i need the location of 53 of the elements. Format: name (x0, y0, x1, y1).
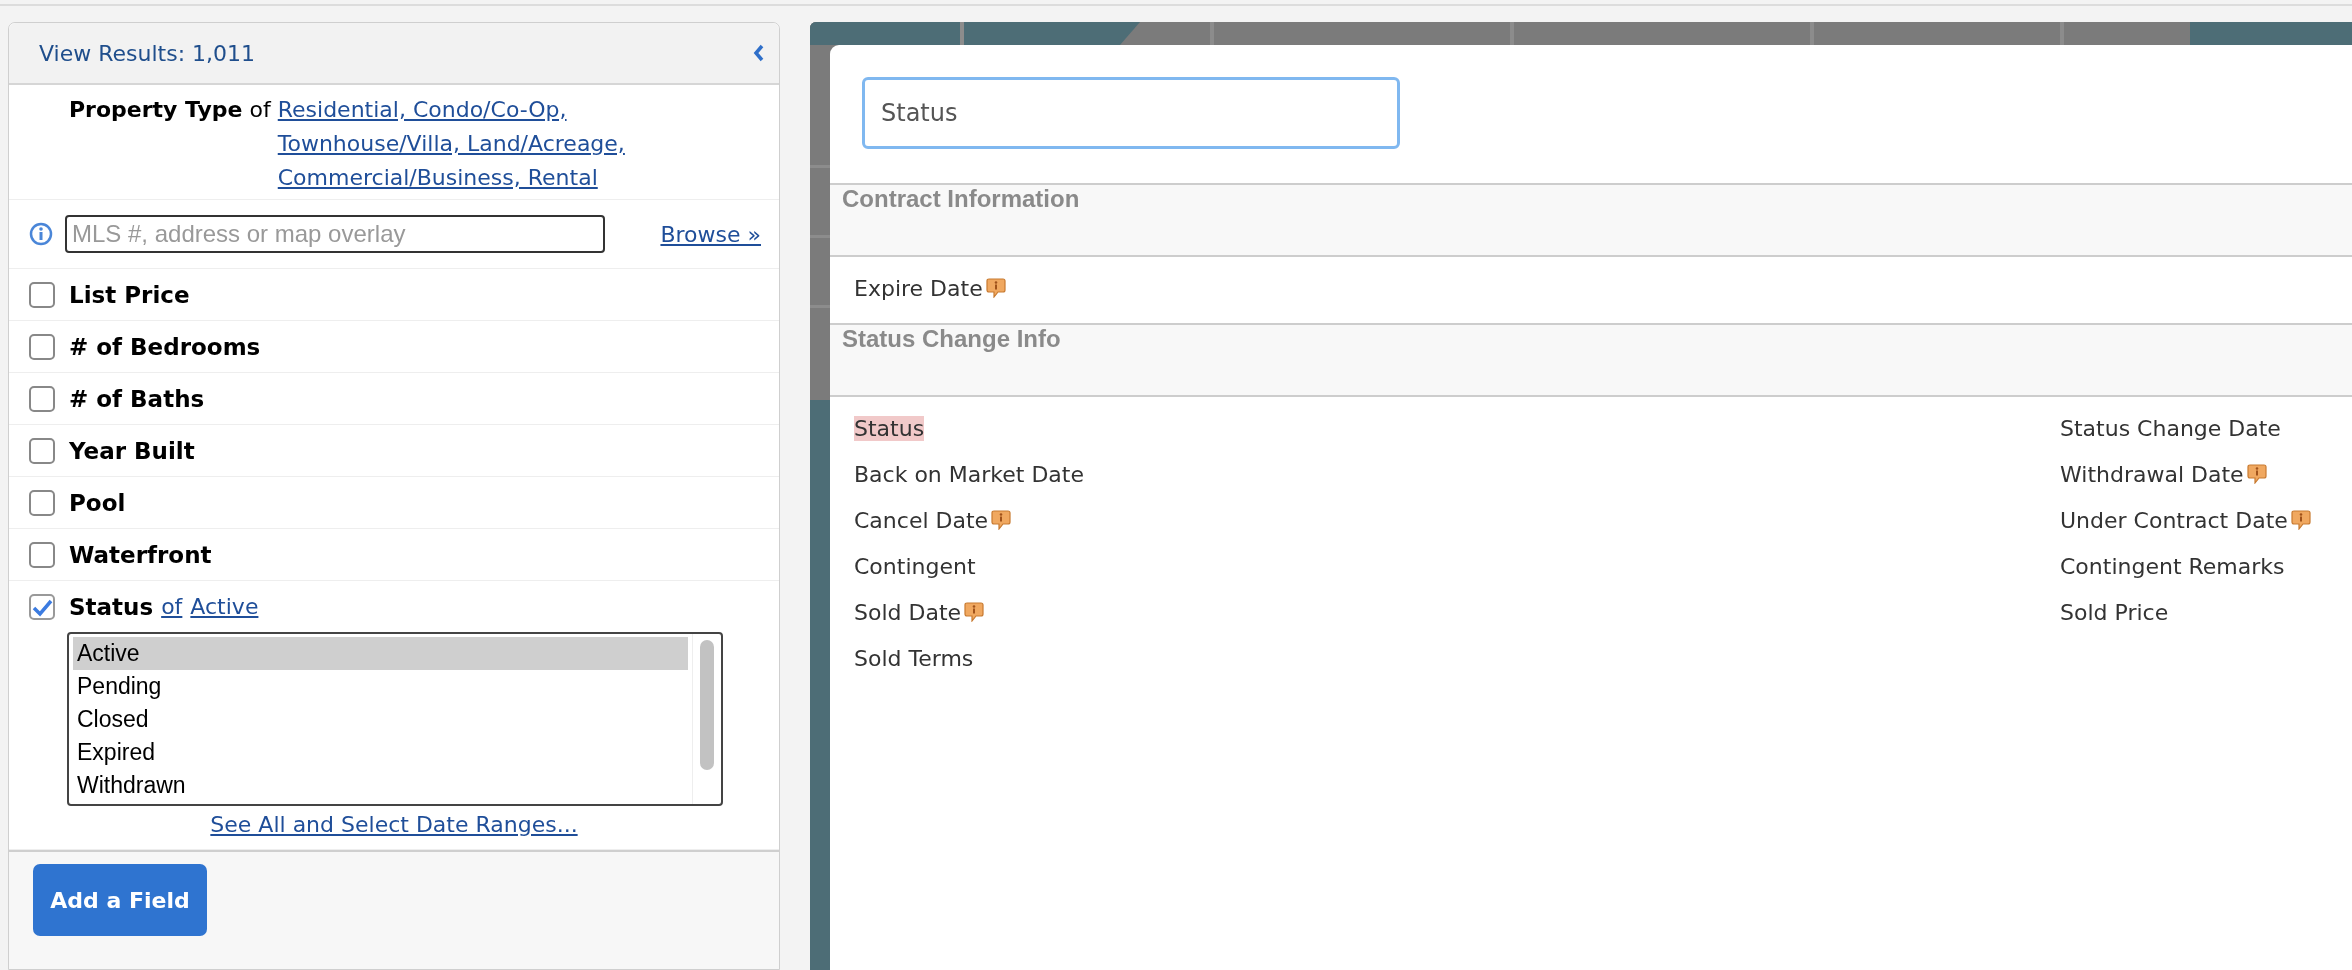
field-label: List Price (69, 281, 190, 308)
list-option[interactable]: Closed (73, 703, 688, 736)
field-option[interactable]: Contingent Remarks (2060, 553, 2285, 579)
field-label: # of Bedrooms (69, 333, 261, 360)
info-bubble-icon[interactable] (2246, 464, 2267, 484)
field-option[interactable]: Cancel Date (854, 507, 989, 533)
checkbox[interactable] (29, 281, 55, 308)
field-label: Year Built (69, 437, 195, 464)
info-bubble-icon[interactable] (964, 602, 985, 622)
checkbox[interactable] (29, 385, 55, 412)
checkbox[interactable] (29, 333, 55, 360)
field-label: Status (69, 593, 154, 620)
field-label: Property Type (69, 96, 243, 124)
field-search[interactable]: Status (862, 77, 1400, 149)
field-option[interactable]: Withdrawal Date (2060, 461, 2244, 487)
status-listbox[interactable]: Active Pending Closed Expired Withdrawn (67, 632, 723, 806)
info-bubble-icon[interactable] (985, 278, 1006, 298)
view-results-link[interactable]: View Results: 1,011 (39, 40, 256, 66)
info-icon[interactable] (29, 222, 53, 246)
section-header: Contract Information (830, 183, 2352, 257)
field-option[interactable]: Sold Date (854, 599, 962, 625)
checkbox[interactable] (29, 541, 55, 568)
field-label: Waterfront (69, 541, 212, 568)
field-option[interactable]: Back on Market Date (854, 461, 1084, 487)
checkbox[interactable] (29, 593, 55, 620)
list-option[interactable]: Expired (73, 736, 688, 769)
date-ranges-link[interactable]: See All and Select Date Ranges... (210, 812, 578, 837)
field-label: Pool (69, 489, 126, 516)
field-option[interactable]: Sold Terms (854, 645, 974, 671)
scrollbar-thumb[interactable] (700, 640, 714, 770)
connector-link[interactable]: of (161, 594, 183, 619)
browse-link[interactable]: Browse » (660, 221, 761, 247)
list-option[interactable]: Pending (73, 670, 688, 703)
search-field[interactable]: MLS #, address or map overlay (65, 215, 605, 253)
field-option[interactable]: Contingent (854, 553, 976, 579)
field-option[interactable]: Status (854, 415, 925, 441)
field-option[interactable]: Under Contract Date (2060, 507, 2288, 533)
add-field-button[interactable]: Add a Field (33, 864, 207, 936)
info-bubble-icon[interactable] (2290, 510, 2311, 530)
value-link[interactable]: Active (190, 594, 259, 619)
section-header: Status Change Info (830, 323, 2352, 397)
connector-text: of (249, 96, 271, 124)
list-option[interactable]: Withdrawn (73, 769, 688, 802)
checkbox[interactable] (29, 437, 55, 464)
checkbox[interactable] (29, 489, 55, 516)
field-label: # of Baths (69, 385, 205, 412)
field-option[interactable]: Status Change Date (2060, 415, 2281, 441)
field-option[interactable]: Expire Date (854, 275, 983, 301)
collapse-icon[interactable] (753, 44, 765, 62)
field-option[interactable]: Sold Price (2060, 599, 2169, 625)
info-bubble-icon[interactable] (991, 510, 1012, 530)
property-type-link[interactable]: Residential, Condo/Co-Op, Townhouse/Villa, Land/Acreage, Commercial/Business, Rental (277, 93, 638, 195)
list-option[interactable]: Active (73, 637, 688, 670)
